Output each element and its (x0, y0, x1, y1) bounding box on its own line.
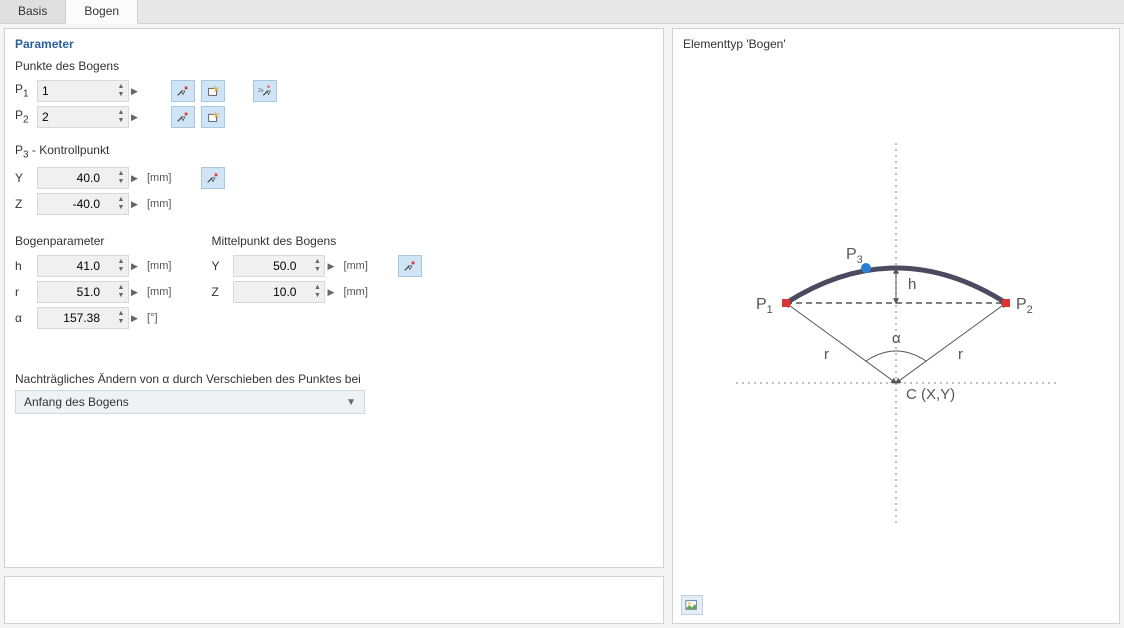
my-pick-icon[interactable] (398, 255, 422, 277)
panel-title: Parameter (15, 37, 653, 51)
p1-multi-pick-icon[interactable]: 2x (253, 80, 277, 102)
my-label: Y (211, 259, 233, 273)
r-label: r (15, 285, 37, 299)
h-menu[interactable]: ▶ (131, 261, 141, 272)
p2-input[interactable] (42, 110, 100, 124)
p2-spin-down[interactable]: ▼ (116, 117, 126, 125)
my-unit: [mm] (343, 260, 367, 272)
y-unit: [mm] (147, 172, 171, 184)
p1-new-icon[interactable] (201, 80, 225, 102)
p2-new-icon[interactable] (201, 106, 225, 128)
mz-spin-up[interactable]: ▲ (312, 284, 322, 292)
preview-title: Elementtyp 'Bogen' (683, 37, 1109, 51)
p1-spin-down[interactable]: ▼ (116, 91, 126, 99)
bogen-section-title: Bogenparameter (15, 234, 171, 248)
z-spin-down[interactable]: ▼ (116, 204, 126, 212)
svg-text:r: r (824, 346, 829, 363)
p3-section-title: P3 - Kontrollpunkt (15, 143, 653, 160)
a-menu[interactable]: ▶ (131, 313, 141, 324)
shift-dropdown[interactable]: Anfang des Bogens ▼ (15, 390, 365, 414)
a-input[interactable] (42, 311, 100, 325)
p1-spin-up[interactable]: ▲ (116, 83, 126, 91)
my-input[interactable] (238, 259, 296, 273)
shift-label: Nachträgliches Ändern von α durch Versch… (15, 372, 653, 386)
z-menu[interactable]: ▶ (131, 199, 141, 210)
tab-bogen[interactable]: Bogen (66, 0, 138, 24)
mz-input[interactable] (238, 285, 296, 299)
svg-text:α: α (892, 330, 901, 347)
p1-input[interactable] (42, 84, 100, 98)
parameter-panel: Parameter Punkte des Bogens P1 ▲ ▼ ▶ (4, 28, 664, 568)
p2-field[interactable]: ▲ ▼ (37, 106, 129, 128)
a-spin-up[interactable]: ▲ (116, 310, 126, 318)
preview-panel: Elementtyp 'Bogen' (672, 28, 1120, 624)
p2-label: P2 (15, 108, 37, 125)
points-section-title: Punkte des Bogens (15, 59, 653, 73)
r-spin-down[interactable]: ▼ (116, 292, 126, 300)
a-unit: [°] (147, 312, 158, 324)
z-label: Z (15, 197, 37, 211)
mz-unit: [mm] (343, 286, 367, 298)
h-spin-down[interactable]: ▼ (116, 266, 126, 274)
z-spin-up[interactable]: ▲ (116, 196, 126, 204)
my-menu[interactable]: ▶ (327, 261, 337, 272)
p2-pick-icon[interactable] (171, 106, 195, 128)
svg-text:P2: P2 (1016, 296, 1033, 316)
my-spin-up[interactable]: ▲ (312, 258, 322, 266)
mz-field[interactable]: ▲▼ (233, 281, 325, 303)
p2-spin-up[interactable]: ▲ (116, 109, 126, 117)
h-input[interactable] (42, 259, 100, 273)
y-pick-icon[interactable] (201, 167, 225, 189)
r-unit: [mm] (147, 286, 171, 298)
mz-spin-down[interactable]: ▼ (312, 292, 322, 300)
y-spin-down[interactable]: ▼ (116, 178, 126, 186)
p1-pick-icon[interactable] (171, 80, 195, 102)
a-field[interactable]: ▲▼ (37, 307, 129, 329)
z-field[interactable]: ▲▼ (37, 193, 129, 215)
mz-label: Z (211, 285, 233, 299)
y-menu[interactable]: ▶ (131, 173, 141, 184)
tab-bar: Basis Bogen (0, 0, 1124, 24)
svg-text:2x: 2x (258, 88, 264, 94)
footer-panel (4, 576, 664, 624)
y-field[interactable]: ▲▼ (37, 167, 129, 189)
z-input[interactable] (42, 197, 100, 211)
svg-text:P1: P1 (756, 296, 773, 316)
shift-value: Anfang des Bogens (24, 395, 129, 409)
y-spin-up[interactable]: ▲ (116, 170, 126, 178)
p1-menu[interactable]: ▶ (131, 86, 141, 97)
mitte-section-title: Mittelpunkt des Bogens (211, 234, 421, 248)
y-label: Y (15, 171, 37, 185)
y-input[interactable] (42, 171, 100, 185)
p1-field[interactable]: ▲ ▼ (37, 80, 129, 102)
preview-canvas: h r r α P1 P2 P3 C ( (683, 51, 1109, 615)
h-unit: [mm] (147, 260, 171, 272)
p1-label: P1 (15, 82, 37, 99)
svg-text:P3: P3 (846, 246, 863, 266)
h-field[interactable]: ▲▼ (37, 255, 129, 277)
h-label: h (15, 259, 37, 273)
export-image-icon[interactable] (681, 595, 703, 615)
tab-basis[interactable]: Basis (0, 0, 66, 23)
r-spin-up[interactable]: ▲ (116, 284, 126, 292)
chevron-down-icon: ▼ (346, 397, 356, 408)
mz-menu[interactable]: ▶ (327, 287, 337, 298)
my-spin-down[interactable]: ▼ (312, 266, 322, 274)
r-menu[interactable]: ▶ (131, 287, 141, 298)
h-spin-up[interactable]: ▲ (116, 258, 126, 266)
p2-menu[interactable]: ▶ (131, 112, 141, 123)
a-spin-down[interactable]: ▼ (116, 318, 126, 326)
svg-text:C (X,Y): C (X,Y) (906, 386, 955, 403)
svg-text:r: r (958, 346, 963, 363)
arc-diagram: h r r α P1 P2 P3 C ( (696, 83, 1096, 583)
my-field[interactable]: ▲▼ (233, 255, 325, 277)
r-input[interactable] (42, 285, 100, 299)
r-field[interactable]: ▲▼ (37, 281, 129, 303)
a-label: α (15, 311, 37, 325)
z-unit: [mm] (147, 198, 171, 210)
svg-text:h: h (908, 276, 916, 293)
